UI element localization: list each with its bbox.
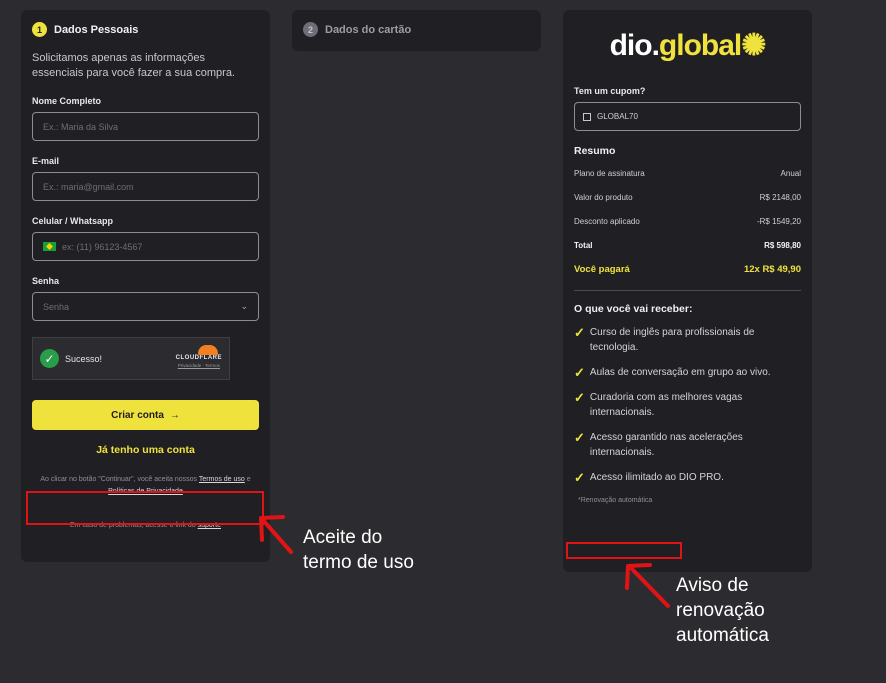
- annotation-line: automática: [676, 625, 769, 646]
- renewal-annotation: Aviso de renovação automática: [676, 573, 769, 648]
- annotation-line: Aviso de: [676, 575, 749, 596]
- annotation-line: termo de uso: [303, 552, 414, 573]
- annotation-line: Aceite do: [303, 527, 383, 548]
- terms-annotation: Aceite do termo de uso: [303, 525, 414, 575]
- annotation-line: renovação: [676, 600, 765, 621]
